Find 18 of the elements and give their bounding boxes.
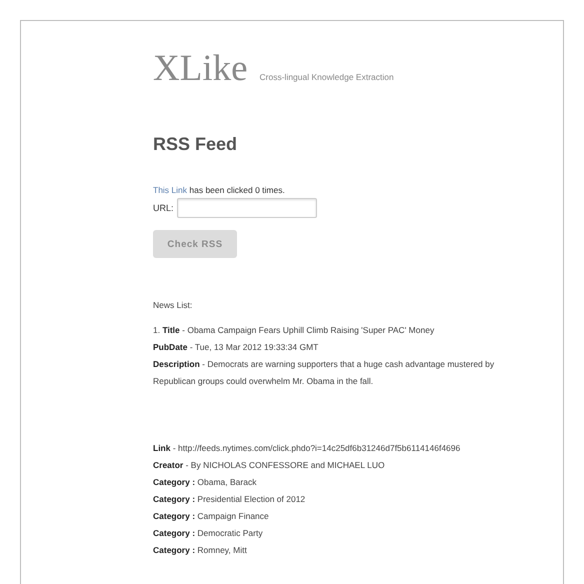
news-field: PubDate - Tue, 13 Mar 2012 19:33:34 GMT <box>153 339 538 356</box>
news-field: Category : Democratic Party <box>153 525 538 542</box>
click-count-text: This Link has been clicked 0 times. <box>153 185 286 195</box>
url-label: URL: <box>153 203 174 213</box>
news-field: Category : Presidential Election of 2012 <box>153 491 538 508</box>
news-field: Description - Democrats are warning supporters that a huge cash advantage mustered by Republican groups could overwhelm Mr. Obama in the fall. <box>153 356 538 390</box>
site-logo: XLike <box>153 47 248 90</box>
news-field: Category : Romney, Mitt <box>153 542 538 559</box>
page-heading: RSS Feed <box>153 134 238 155</box>
this-link[interactable]: This Link <box>153 185 188 195</box>
news-list-heading: News List: <box>153 300 194 310</box>
news-field: Link - http://feeds.nytimes.com/click.phdo?i=14c25df6b31246d7f5b6114146f4696 <box>153 440 538 457</box>
news-field: Creator - By NICHOLAS CONFESSORE and MICHAEL LUO <box>153 457 538 474</box>
news-field: Category : Campaign Finance <box>153 508 538 525</box>
news-field: 1. Title - Obama Campaign Fears Uphill Climb Raising 'Super PAC' Money <box>153 322 538 339</box>
news-field: Category : Obama, Barack <box>153 474 538 491</box>
url-field[interactable] <box>176 198 317 218</box>
tagline: Cross-lingual Knowledge Extraction <box>260 72 394 82</box>
